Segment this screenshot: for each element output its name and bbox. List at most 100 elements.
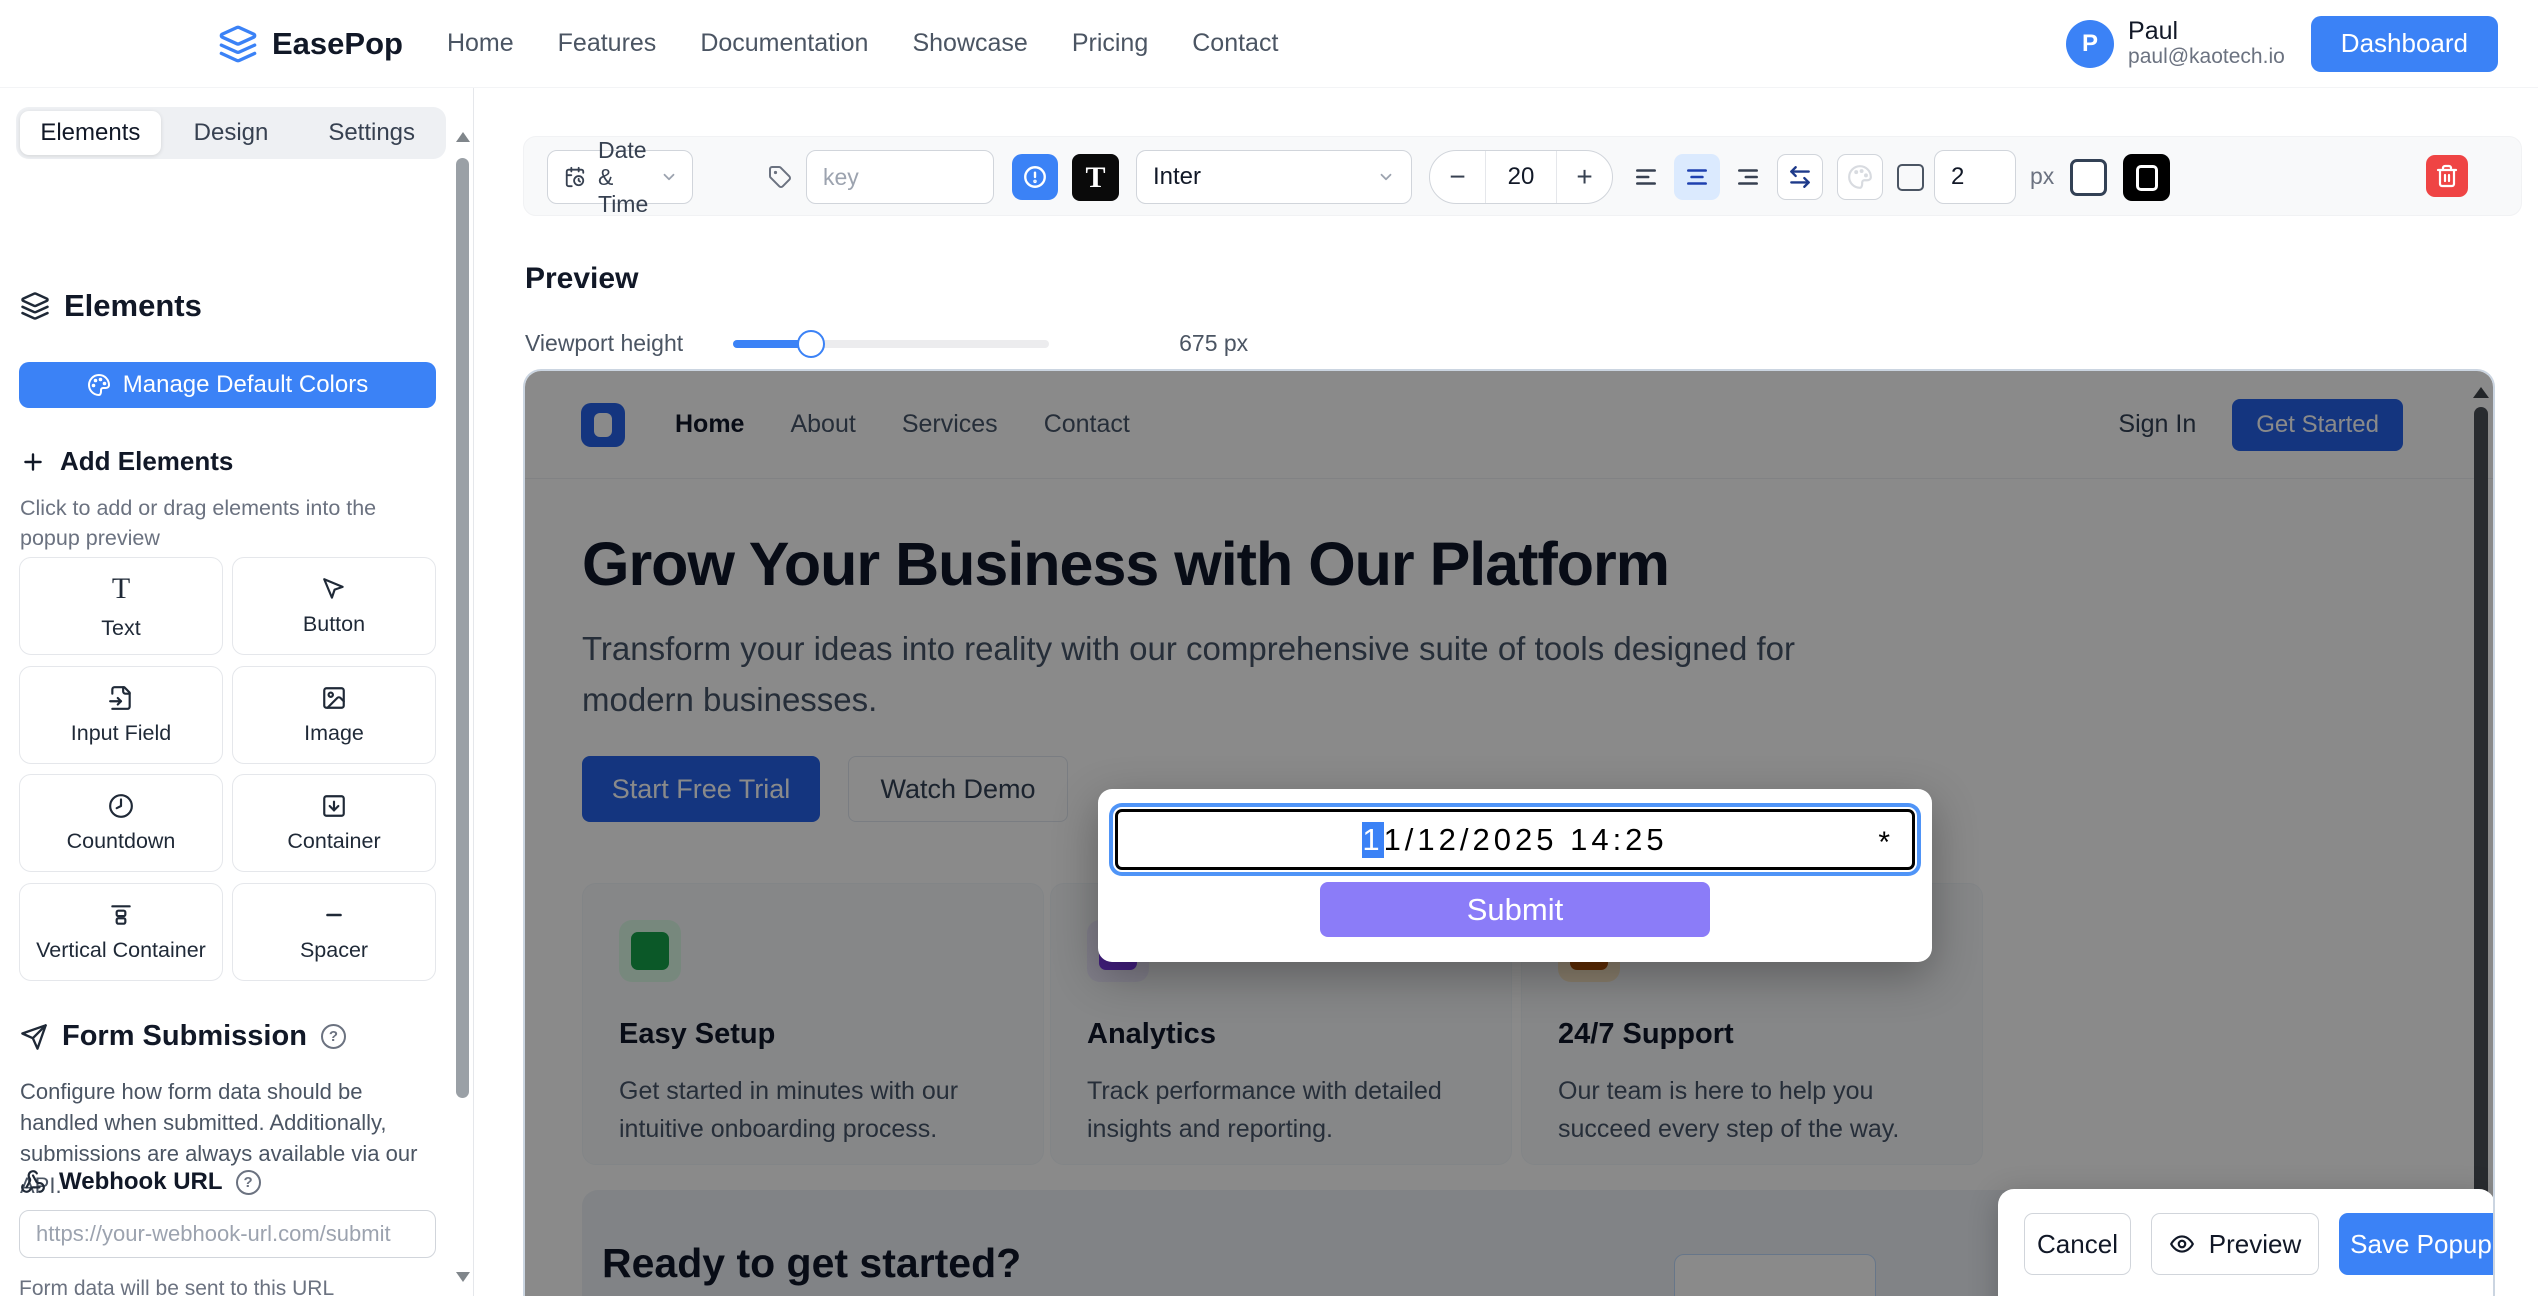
rows-icon [108,902,134,928]
delete-element-button[interactable] [2426,155,2468,197]
element-tile-vertical-container[interactable]: Vertical Container [19,883,223,981]
app-nav: Home Features Documentation Showcase Pri… [447,29,1278,58]
palette-icon [87,373,111,397]
user-email: paul@kaotech.io [2128,45,2285,69]
date-selected-char: 1 [1362,822,1383,858]
eye-icon [2169,1231,2195,1257]
save-popup-button[interactable]: Save Popup [2339,1213,2495,1275]
elements-title: Elements [64,288,202,324]
tab-elements[interactable]: Elements [20,111,161,155]
border-color-swatch-white[interactable] [2070,159,2107,196]
chevron-down-icon [660,168,678,186]
swap-direction-button[interactable] [1777,154,1823,200]
user-name: Paul [2128,18,2285,46]
border-width-input[interactable] [1934,150,2016,204]
app-header: EasePop Home Features Documentation Show… [0,0,2538,88]
webhook-url-help: Form data will be sent to this URL when … [19,1274,389,1296]
alert-circle-icon [1022,164,1048,190]
background-color-button[interactable] [1837,154,1883,200]
element-tile-container[interactable]: Container [232,774,436,872]
font-family-select[interactable]: Inter [1136,150,1412,204]
popup-submit-button[interactable]: Submit [1320,882,1710,937]
send-icon [20,1023,48,1051]
add-elements-heading: Add Elements [20,446,233,477]
nav-home[interactable]: Home [447,29,514,58]
add-elements-hint: Click to add or drag elements into the p… [20,493,415,553]
nav-pricing[interactable]: Pricing [1072,29,1148,58]
swatch-selected-indicator [2136,165,2158,191]
element-tile-button[interactable]: Button [232,557,436,655]
required-marker: * [1878,826,1894,860]
date-time-input[interactable]: 11/12/2025 14:25 * [1115,809,1915,870]
help-icon[interactable]: ? [321,1024,346,1049]
nav-contact[interactable]: Contact [1192,29,1278,58]
sidebar: Elements Design Settings Elements Manage… [0,88,474,1296]
preview-title: Preview [525,262,638,296]
sidebar-scrollbar[interactable] [456,102,470,1282]
elements-heading: Elements [20,288,202,324]
dash-icon [321,902,347,928]
align-left-icon [1633,164,1659,190]
nav-features[interactable]: Features [558,29,657,58]
align-right-icon [1735,164,1761,190]
required-toggle-button[interactable] [1012,154,1058,200]
align-left-button[interactable] [1623,154,1669,200]
cancel-button[interactable]: Cancel [2024,1213,2131,1275]
tab-settings[interactable]: Settings [301,111,442,155]
viewport-height-label: Viewport height [525,330,683,357]
palette-icon [1847,164,1873,190]
date-value: 1/12/2025 14:25 [1384,822,1668,858]
help-icon[interactable]: ? [236,1170,261,1195]
form-submission-heading: Form Submission ? [20,1020,346,1053]
editor-action-bar: Cancel Preview Save Popup [1998,1189,2495,1296]
popup-modal: 11/12/2025 14:25 * Submit [1098,789,1932,962]
scroll-down-arrow-icon[interactable] [456,1272,470,1282]
webhook-icon [20,1169,46,1195]
font-size-increase-button[interactable]: + [1557,151,1612,203]
font-size-decrease-button[interactable]: − [1430,151,1485,203]
nav-showcase[interactable]: Showcase [912,29,1027,58]
text-icon: T [112,572,130,606]
layers-logo-icon [218,24,258,64]
avatar[interactable]: P [2066,20,2114,68]
element-tile-text[interactable]: T Text [19,557,223,655]
viewport-height-value: 675 px [1179,330,1248,357]
sidebar-tabs: Elements Design Settings [16,107,446,159]
element-tile-countdown[interactable]: Countdown [19,774,223,872]
text-style-icon: T [1085,161,1105,195]
px-unit-label: px [2030,163,2054,190]
webhook-url-input[interactable] [19,1210,436,1258]
element-tile-input-field[interactable]: Input Field [19,666,223,764]
plus-icon [20,449,46,475]
viewport-height-slider[interactable] [733,340,1049,348]
slider-thumb[interactable] [797,330,825,358]
manage-default-colors-button[interactable]: Manage Default Colors [19,362,436,408]
font-size-stepper: − 20 + [1429,150,1613,204]
cursor-icon [321,576,347,602]
webhook-url-label: Webhook URL ? [20,1168,261,1196]
element-toolbar: Date & Time T Inter − 20 + [523,136,2522,216]
arrow-left-right-icon [1787,164,1813,190]
sidebar-scrollbar-thumb[interactable] [456,158,469,1098]
element-tile-spacer[interactable]: Spacer [232,883,436,981]
chevron-down-icon [1377,168,1395,186]
preview-button[interactable]: Preview [2151,1213,2319,1275]
align-center-icon [1684,164,1710,190]
image-icon [321,685,347,711]
calendar-clock-icon [564,166,586,188]
text-color-button[interactable]: T [1072,154,1119,201]
align-center-button[interactable] [1674,154,1720,200]
nav-documentation[interactable]: Documentation [700,29,868,58]
border-color-swatch-black[interactable] [2123,154,2170,201]
key-input[interactable] [806,150,994,204]
scroll-up-arrow-icon[interactable] [456,132,470,142]
dashboard-button[interactable]: Dashboard [2311,16,2498,72]
square-arrow-down-icon [321,793,347,819]
align-right-button[interactable] [1725,154,1771,200]
trash-icon [2435,164,2459,188]
element-tile-image[interactable]: Image [232,666,436,764]
font-size-value[interactable]: 20 [1485,151,1557,203]
tag-icon [768,150,792,204]
tab-design[interactable]: Design [161,111,302,155]
element-type-select[interactable]: Date & Time [547,150,693,204]
